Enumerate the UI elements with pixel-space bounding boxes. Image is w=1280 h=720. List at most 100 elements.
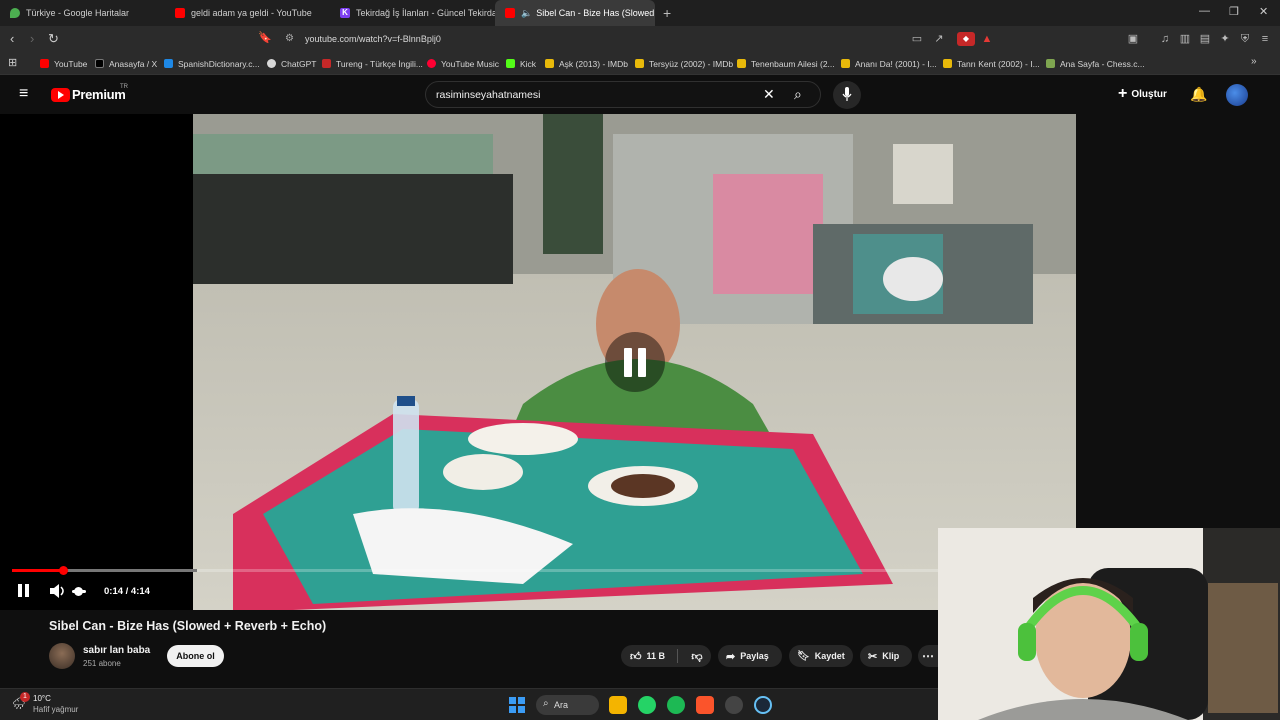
bookmark-icon[interactable]: 🔖 bbox=[258, 31, 272, 44]
windows-start-icon[interactable] bbox=[509, 697, 525, 713]
audio-playing-icon: 🔈 bbox=[521, 7, 533, 18]
weather-temp: 10°C bbox=[33, 694, 51, 703]
bookmark-item[interactable]: Ana Sayfa - Chess.c... bbox=[1046, 56, 1145, 71]
chatgpt-icon bbox=[267, 59, 276, 68]
new-tab-icon[interactable]: + bbox=[663, 5, 671, 21]
like-button[interactable]: 👍︎ 11 B bbox=[621, 645, 676, 667]
youtube-music-icon bbox=[427, 59, 436, 68]
create-button[interactable]: + Oluştur bbox=[1118, 86, 1167, 102]
logo-premium-text[interactable]: Premium bbox=[72, 87, 126, 102]
channel-avatar[interactable] bbox=[49, 643, 75, 669]
youtube-header: ≡ Premium TR rasiminseyahatnamesi ✕ ⌕ + … bbox=[0, 76, 1280, 114]
progress-track[interactable] bbox=[12, 566, 938, 575]
avatar[interactable] bbox=[1226, 84, 1248, 106]
logo-region: TR bbox=[120, 84, 128, 90]
browser-tab-youtube-1[interactable]: geldi adam ya geldi - YouTube bbox=[165, 0, 330, 26]
apps-grid-icon[interactable]: ⊞ bbox=[8, 56, 17, 69]
save-button[interactable]: 🔖︎ Kaydet bbox=[789, 645, 853, 667]
close-window-icon[interactable]: ✕ bbox=[1259, 5, 1268, 18]
app-icon[interactable] bbox=[725, 696, 743, 714]
bookmark-item[interactable]: YouTube bbox=[40, 56, 87, 71]
center-pause-indicator[interactable] bbox=[605, 332, 665, 392]
browser-tab-maps[interactable]: Türkiye - Google Haritalar bbox=[0, 0, 165, 26]
weather-desc: Hafif yağmur bbox=[33, 705, 79, 714]
browser-tab-active[interactable]: 🔈 Sibel Can - Bize Has (Slowed ✕ bbox=[495, 0, 655, 26]
reader-icon[interactable]: ▥ bbox=[1178, 32, 1192, 46]
more-bookmarks-icon[interactable]: » bbox=[1251, 56, 1257, 67]
notifications-bell-icon[interactable]: 🔔 bbox=[1190, 86, 1207, 103]
search-input[interactable]: rasiminseyahatnamesi bbox=[436, 89, 540, 101]
like-dislike-group: 👍︎ 11 B 👎︎ bbox=[621, 645, 711, 667]
bookmark-item[interactable]: Ananı Da! (2001) - I... bbox=[841, 56, 937, 71]
bookmark-item[interactable]: SpanishDictionary.c... bbox=[164, 56, 260, 71]
vpn-icon[interactable]: ⛨ bbox=[1238, 32, 1252, 46]
steam-icon[interactable] bbox=[754, 696, 772, 714]
channel-name[interactable]: sabır lan baba bbox=[83, 645, 150, 656]
cast-icon[interactable]: ▭ bbox=[910, 32, 924, 46]
bookmark-item[interactable]: YouTube Music bbox=[427, 56, 499, 71]
taskbar-search[interactable]: ⌕ Ara bbox=[536, 695, 599, 715]
pause-button[interactable] bbox=[18, 584, 30, 598]
bookmark-item[interactable]: Tenenbaum Ailesi (2... bbox=[737, 56, 835, 71]
weather-widget[interactable]: 🌧︎ 1 bbox=[12, 692, 34, 713]
thumbs-up-icon: 👍︎ bbox=[630, 650, 642, 663]
plus-icon: + bbox=[1118, 85, 1128, 102]
share-icon[interactable]: ↗ bbox=[932, 32, 946, 46]
bookmark-item[interactable]: Anasayfa / X bbox=[95, 56, 157, 71]
whatsapp-icon[interactable] bbox=[638, 696, 656, 714]
brave-browser-icon[interactable] bbox=[696, 696, 714, 714]
file-explorer-icon[interactable] bbox=[609, 696, 627, 714]
maximize-icon[interactable]: ❐ bbox=[1229, 5, 1239, 18]
subscriber-count: 251 abone bbox=[83, 659, 121, 668]
minimize-icon[interactable]: — bbox=[1199, 5, 1210, 17]
share-arrow-icon: ➦ bbox=[726, 650, 736, 663]
brave-shield-icon[interactable]: ◆ bbox=[957, 32, 975, 46]
back-icon[interactable]: ‹ bbox=[10, 31, 14, 46]
youtube-favicon-icon bbox=[175, 8, 185, 18]
more-actions-button[interactable]: ⋯ bbox=[918, 645, 938, 667]
menu-icon[interactable]: ≡ bbox=[1258, 32, 1272, 46]
music-icon[interactable]: ♫ bbox=[1158, 32, 1172, 46]
search-icon: ⌕ bbox=[543, 698, 549, 709]
webcam-overlay bbox=[938, 528, 1280, 720]
bookmark-item[interactable]: Kick bbox=[506, 56, 536, 71]
search-box[interactable]: rasiminseyahatnamesi ✕ ⌕ bbox=[425, 81, 821, 108]
bookmark-item[interactable]: Aşk (2013) - IMDb bbox=[545, 56, 628, 71]
volume-handle[interactable] bbox=[74, 587, 83, 596]
bookmark-item[interactable]: Tanrı Kent (2002) - I... bbox=[943, 56, 1040, 71]
search-icon[interactable]: ⌕ bbox=[794, 86, 802, 103]
volume-icon bbox=[50, 584, 64, 598]
bookmark-item[interactable]: Tureng - Türkçe İngili... bbox=[322, 56, 423, 71]
spanishdict-icon bbox=[164, 59, 173, 68]
dislike-button[interactable]: 👎︎ bbox=[683, 645, 711, 667]
kariyer-favicon-icon: K bbox=[340, 8, 350, 18]
scrubber-handle[interactable] bbox=[58, 566, 68, 575]
pause-bar bbox=[624, 348, 632, 377]
address-bar[interactable]: ⚙ youtube.com/watch?v=f-BlnnBplj0 bbox=[279, 29, 995, 49]
sidebar-toggle-icon[interactable]: ▣ bbox=[1126, 32, 1140, 46]
reload-icon[interactable]: ↻ bbox=[48, 31, 59, 47]
share-button[interactable]: ➦ Paylaş bbox=[718, 645, 782, 667]
hamburger-menu-icon[interactable]: ≡ bbox=[19, 86, 28, 102]
voice-search-button[interactable] bbox=[833, 81, 861, 109]
leo-ai-icon[interactable]: ✦ bbox=[1218, 32, 1232, 46]
windows-taskbar: 🌧︎ 1 10°C Hafif yağmur ⌕ Ara bbox=[0, 688, 938, 720]
wallet-icon[interactable]: ▤ bbox=[1198, 32, 1212, 46]
video-player[interactable]: 0:14 / 4:14 bbox=[0, 114, 1076, 610]
clear-search-icon[interactable]: ✕ bbox=[763, 86, 775, 103]
volume-slider[interactable] bbox=[72, 587, 86, 596]
forward-icon[interactable]: › bbox=[30, 31, 34, 46]
youtube-logo-icon[interactable] bbox=[51, 88, 70, 102]
subscribe-button[interactable]: Abone ol bbox=[167, 645, 224, 667]
bookmark-item[interactable]: ChatGPT bbox=[267, 56, 316, 71]
clip-button[interactable]: ✂ Klip bbox=[860, 645, 912, 667]
bookmarks-bar: ⊞ YouTube Anasayfa / X SpanishDictionary… bbox=[0, 52, 1280, 75]
bookmark-item[interactable]: Tersyüz (2002) - IMDb bbox=[635, 56, 733, 71]
browser-tab-tekirdag[interactable]: K Tekirdağ İş İlanları - Güncel Tekirdağ bbox=[330, 0, 495, 26]
spotify-icon[interactable] bbox=[667, 696, 685, 714]
brave-rewards-icon[interactable]: ▲ bbox=[980, 32, 994, 46]
volume-button[interactable] bbox=[50, 584, 66, 598]
site-info-icon[interactable]: ⚙ bbox=[285, 33, 294, 44]
played-bar bbox=[12, 569, 63, 572]
save-bookmark-icon: 🔖︎ bbox=[797, 650, 810, 662]
